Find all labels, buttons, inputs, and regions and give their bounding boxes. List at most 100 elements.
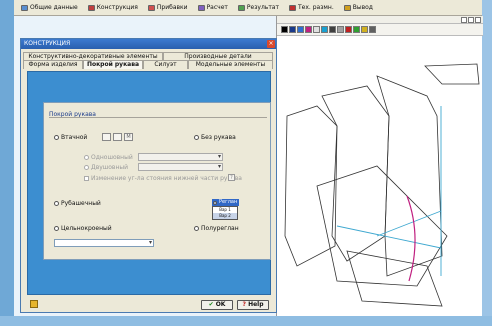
- radio-label: Рубашечный: [61, 200, 101, 207]
- radio-circle: [54, 201, 59, 206]
- radio-label: Одношовный: [91, 154, 133, 161]
- tab-content-area: Покрой рукава Втачной M Без рукава Однош…: [27, 71, 271, 295]
- checkbox-box: [84, 176, 89, 181]
- shape-button-1[interactable]: [102, 133, 111, 141]
- help-button[interactable]: ? Help: [237, 300, 269, 310]
- menu-item-result[interactable]: Результат: [235, 3, 282, 12]
- grid-tool-icon[interactable]: [329, 26, 336, 33]
- checkbox-lower-angle[interactable]: Изменение уг-ла стояния нижней части рук…: [84, 175, 242, 182]
- radio-raglan[interactable]: Реглан: [212, 199, 240, 206]
- menu-item-label: Тех. размн.: [297, 4, 334, 11]
- menu-item-label: Расчет: [206, 4, 228, 11]
- radio-circle: [84, 165, 89, 170]
- calc-icon: [197, 4, 205, 11]
- canvas-title-bar: [277, 16, 483, 24]
- dialog-close-button[interactable]: ×: [267, 40, 275, 48]
- radio-label: Реглан: [219, 199, 238, 205]
- grid-icon: [147, 4, 155, 11]
- radio-circle: [54, 226, 59, 231]
- color-swatch-navy[interactable]: [289, 26, 296, 33]
- ok-button-label: OK: [215, 301, 226, 308]
- left-frame: [0, 0, 14, 326]
- tab-garment-shape[interactable]: Форма изделия: [23, 60, 83, 69]
- check-icon: ✔: [208, 301, 214, 308]
- database-icon: [21, 4, 28, 11]
- output-icon: [343, 4, 351, 11]
- measure-tool-icon[interactable]: [345, 26, 352, 33]
- select-tool-icon[interactable]: [313, 26, 320, 33]
- raglan-variant-2[interactable]: Вар 2: [213, 213, 237, 219]
- line-tool-icon[interactable]: [353, 26, 360, 33]
- radio-two-seam[interactable]: Двушовный: [84, 164, 128, 171]
- radio-label: Без рукава: [201, 134, 236, 141]
- radio-set-in-sleeve[interactable]: Втачной: [54, 134, 87, 141]
- menu-item-calculation[interactable]: Расчет: [195, 3, 231, 12]
- construction-line-2: [376, 210, 442, 237]
- result-icon: [237, 4, 245, 11]
- menu-item-allowances[interactable]: Прибавки: [145, 3, 191, 12]
- layer-tool-icon[interactable]: [337, 26, 344, 33]
- sleeve-piece: [424, 63, 480, 85]
- radio-label: Полуреглан: [201, 225, 239, 232]
- tab-silhouette[interactable]: Силуэт: [143, 60, 188, 69]
- radio-circle: [84, 155, 89, 160]
- print-tool-icon[interactable]: [369, 26, 376, 33]
- group-divider: [49, 117, 267, 118]
- radio-circle: [54, 135, 59, 140]
- maximize-button[interactable]: [468, 17, 474, 23]
- right-frame: [482, 0, 492, 326]
- menu-item-output[interactable]: Вывод: [341, 3, 376, 12]
- menu-item-label: Вывод: [352, 4, 373, 11]
- color-swatch-black[interactable]: [281, 26, 288, 33]
- one-seam-select[interactable]: [138, 153, 223, 161]
- menu-item-general-data[interactable]: Общие данные: [18, 3, 81, 12]
- radio-one-piece-sleeve[interactable]: Цельнокроеный: [54, 225, 112, 232]
- main-menu-bar: Общие данные Конструкция Прибавки Расчет…: [14, 0, 482, 16]
- shape-button-2[interactable]: [113, 133, 122, 141]
- radio-label: Двушовный: [91, 164, 129, 171]
- back-piece: [284, 105, 338, 267]
- construction-line-1: [336, 225, 442, 249]
- help-icon: ?: [242, 301, 246, 308]
- angle-help-button[interactable]: ?: [228, 174, 235, 181]
- radio-circle: [194, 135, 199, 140]
- radio-circle: [213, 200, 217, 205]
- construction-dialog: КОНСТРУКЦИЯ × Конструктивно-декоративные…: [20, 38, 277, 313]
- close-button[interactable]: [475, 17, 481, 23]
- pattern-canvas-window[interactable]: [276, 16, 483, 316]
- radio-one-seam[interactable]: Одношовный: [84, 154, 133, 161]
- radio-half-raglan[interactable]: Полуреглан: [194, 225, 239, 232]
- minimize-button[interactable]: [461, 17, 467, 23]
- menu-item-label: Результат: [246, 4, 279, 11]
- bottom-frame: [0, 316, 492, 326]
- two-seam-select[interactable]: [138, 163, 223, 171]
- radio-label: Цельнокроеный: [61, 225, 112, 232]
- tech-icon: [288, 4, 296, 11]
- color-swatch-magenta[interactable]: [305, 26, 312, 33]
- one-piece-select[interactable]: [54, 239, 154, 247]
- tab-model-elements[interactable]: Модельные элементы: [188, 60, 273, 69]
- radio-circle: [194, 226, 199, 231]
- dialog-footer: ✔ OK ? Help: [21, 297, 276, 312]
- curve-tool-icon[interactable]: [361, 26, 368, 33]
- menu-item-tech[interactable]: Тех. размн.: [286, 3, 337, 12]
- color-swatch-blue[interactable]: [297, 26, 304, 33]
- zoom-tool-icon[interactable]: [321, 26, 328, 33]
- radio-no-sleeve[interactable]: Без рукава: [194, 134, 236, 141]
- help-button-label: Help: [248, 301, 264, 308]
- shape-button-m[interactable]: M: [124, 133, 133, 141]
- construct-icon: [87, 4, 95, 11]
- raglan-variant-popup: Вар 1 Вар 2: [212, 206, 238, 220]
- tab-sleeve-cut[interactable]: Покрой рукава: [83, 60, 143, 69]
- radio-shirt-sleeve[interactable]: Рубашечный: [54, 200, 101, 207]
- canvas-toolbar: [277, 24, 483, 36]
- menu-item-construction[interactable]: Конструкция: [85, 3, 141, 12]
- exit-icon[interactable]: [30, 300, 38, 308]
- radio-label: Втачной: [61, 134, 88, 141]
- ok-button[interactable]: ✔ OK: [201, 300, 233, 310]
- menu-item-label: Конструкция: [96, 4, 138, 11]
- checkbox-label: Изменение уг-ла стояния нижней части рук…: [91, 175, 242, 182]
- tab-row-2: Форма изделия Покрой рукава Силуэт Модел…: [23, 60, 273, 69]
- dialog-title: КОНСТРУКЦИЯ: [21, 39, 276, 49]
- sleeve-cut-panel: Покрой рукава Втачной M Без рукава Однош…: [43, 102, 271, 260]
